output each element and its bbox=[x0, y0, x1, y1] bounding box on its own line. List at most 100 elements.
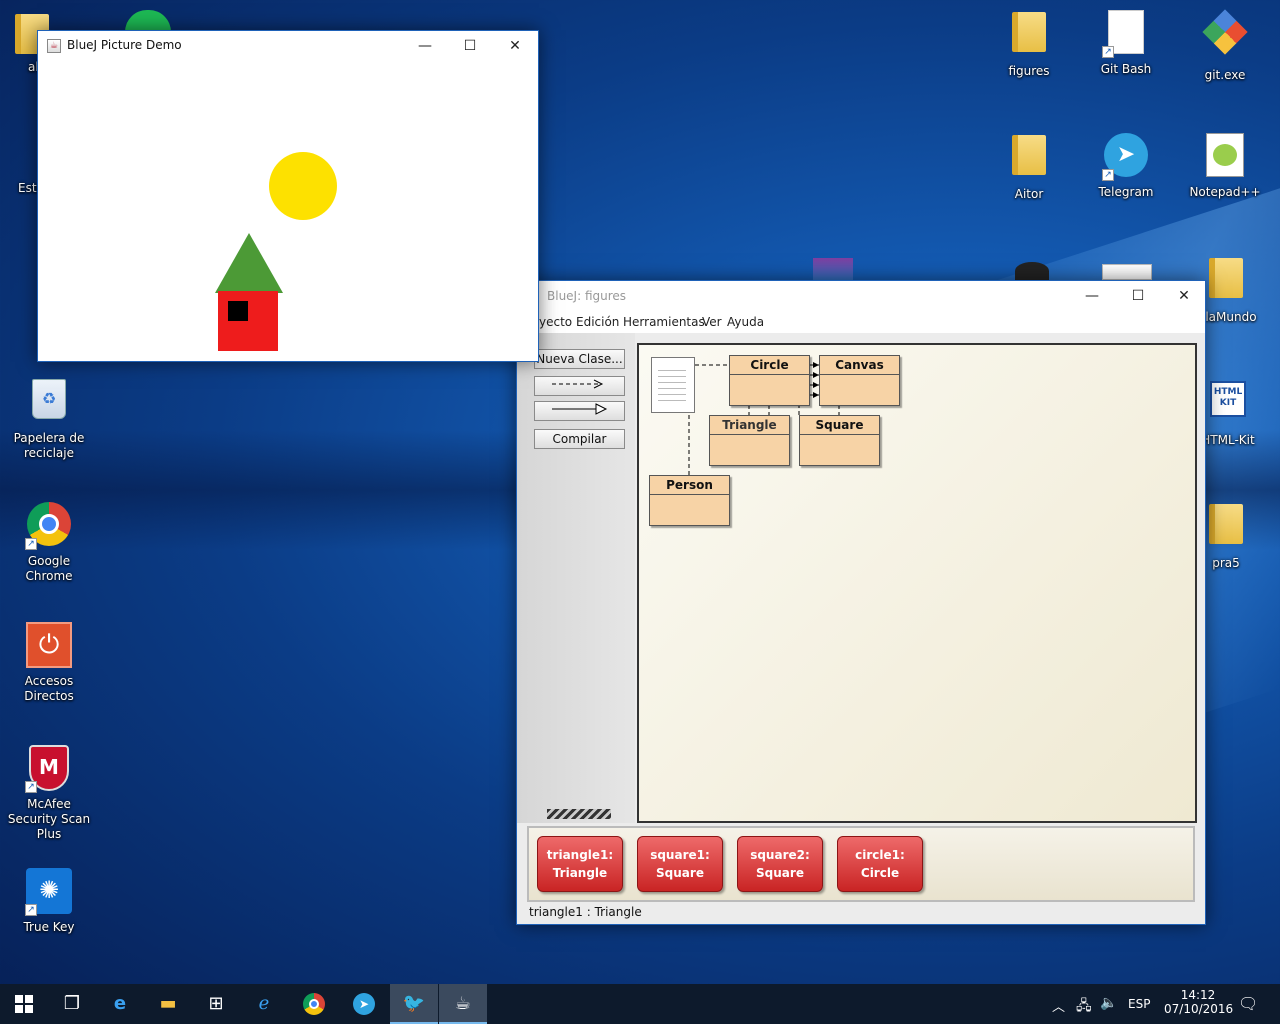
taskbar-edge[interactable]: e bbox=[96, 984, 144, 1024]
close-button[interactable]: ✕ bbox=[492, 31, 538, 61]
taskbar-java-picture-demo[interactable]: ☕ bbox=[439, 984, 487, 1024]
sun-circle bbox=[269, 152, 337, 220]
object-name: triangle1: bbox=[546, 848, 614, 862]
ie-icon: ℯ bbox=[258, 993, 270, 1014]
show-hidden-icons-button[interactable]: ︿ bbox=[1052, 996, 1065, 1015]
maximize-button[interactable]: ☐ bbox=[1115, 281, 1161, 311]
power-icon: ⏻ bbox=[25, 622, 73, 670]
desktop-icon-html-kit[interactable]: HTML KIT HTML-Kit bbox=[1200, 377, 1256, 448]
taskbar-chrome[interactable] bbox=[290, 984, 338, 1024]
close-button[interactable]: ✕ bbox=[1161, 281, 1207, 311]
object-type: Circle bbox=[860, 866, 900, 880]
class-canvas[interactable]: Canvas bbox=[819, 355, 900, 406]
bluej-bird-icon: 🐦 bbox=[402, 993, 426, 1014]
shortcut-arrow-icon: ↗ bbox=[1102, 169, 1114, 181]
class-diagram: Circle Canvas Triangle Square Person bbox=[637, 343, 1197, 823]
object-triangle1[interactable]: triangle1: Triangle bbox=[537, 836, 623, 892]
menu-proyecto[interactable]: yecto bbox=[539, 315, 572, 329]
desktop-icon-label: Aitor bbox=[1014, 187, 1044, 201]
bluej-main-window: BlueJ: figures — ☐ ✕ yecto Edición Herra… bbox=[516, 280, 1206, 925]
desktop-icon-telegram[interactable]: ➤ ↗ Telegram bbox=[1080, 131, 1172, 200]
network-icon[interactable]: 🖧 bbox=[1076, 995, 1092, 1019]
maximize-button[interactable]: ☐ bbox=[447, 31, 493, 61]
minimize-button[interactable]: — bbox=[402, 31, 448, 61]
desktop-icon-label: pra5 bbox=[1212, 556, 1240, 570]
class-name: Triangle bbox=[710, 416, 789, 435]
drawing-canvas bbox=[38, 61, 538, 361]
object-square1[interactable]: square1: Square bbox=[637, 836, 723, 892]
notepad-icon bbox=[1201, 133, 1249, 181]
window-title: BlueJ Picture Demo bbox=[67, 38, 182, 52]
desktop-icon-label: Git Bash bbox=[1100, 62, 1152, 76]
desktop-icon-true-key[interactable]: ✺ ↗ True Key bbox=[3, 868, 95, 935]
htmlkit-icon: HTML KIT bbox=[1204, 381, 1252, 429]
desktop-icon-notepad-plus-plus[interactable]: Notepad++ bbox=[1179, 131, 1271, 200]
title-bar: BlueJ: figures — ☐ ✕ bbox=[517, 281, 1205, 311]
clock[interactable]: 14:12 07/10/2016 bbox=[1164, 988, 1233, 1016]
clock-time: 14:12 bbox=[1180, 988, 1216, 1002]
java-icon: ☕ bbox=[454, 993, 472, 1014]
volume-icon[interactable]: 🔈 bbox=[1100, 995, 1117, 1011]
menu-ayuda[interactable]: Ayuda bbox=[727, 315, 764, 329]
git-icon bbox=[1201, 9, 1249, 64]
class-name: Circle bbox=[730, 356, 809, 375]
desktop-icon-aitor[interactable]: Aitor bbox=[983, 131, 1075, 202]
picture-drawing bbox=[215, 152, 337, 351]
minimize-button[interactable]: — bbox=[1069, 281, 1115, 311]
menu-bar: yecto Edición Herramientas Ver Ayuda bbox=[517, 311, 1205, 333]
roof-triangle bbox=[215, 233, 283, 293]
desktop-icon-mcafee[interactable]: M ↗ McAfee Security Scan Plus bbox=[3, 745, 95, 842]
compile-button[interactable]: Compilar bbox=[534, 429, 625, 449]
object-circle1[interactable]: circle1: Circle bbox=[837, 836, 923, 892]
taskbar-bluej[interactable]: 🐦 bbox=[390, 984, 438, 1024]
readme-note-icon[interactable] bbox=[651, 357, 695, 413]
taskbar-store[interactable]: ⊞ bbox=[192, 984, 240, 1024]
desktop-icon-label: Accesos Directos bbox=[24, 674, 74, 703]
new-class-button[interactable]: Nueva Clase... bbox=[534, 349, 625, 369]
object-name: square2: bbox=[750, 848, 810, 862]
folder-icon: ▬ bbox=[159, 993, 177, 1014]
menu-ver[interactable]: Ver bbox=[702, 315, 722, 329]
desktop-icon-git-bash[interactable]: ↗ Git Bash bbox=[1080, 8, 1172, 77]
desktop-icon-google-chrome[interactable]: ↗ Google Chrome bbox=[3, 500, 95, 584]
taskbar-file-explorer[interactable]: ▬ bbox=[144, 984, 192, 1024]
start-button[interactable] bbox=[0, 984, 48, 1024]
new-uses-arrow-button[interactable] bbox=[534, 376, 625, 396]
taskbar: ❐ e ▬ ⊞ ℯ ➤ 🐦 ☕ ︿ 🖧 🔈 ESP 14:12 07/10/20… bbox=[0, 984, 1280, 1024]
class-name: Person bbox=[650, 476, 729, 495]
object-square2[interactable]: square2: Square bbox=[737, 836, 823, 892]
shortcut-arrow-icon: ↗ bbox=[25, 904, 37, 916]
desktop-icon-pra5[interactable]: pra5 bbox=[1198, 500, 1254, 571]
desktop-icon-label: HTML-Kit bbox=[1201, 433, 1255, 447]
desktop-icon-git-exe[interactable]: git.exe bbox=[1179, 8, 1271, 83]
telegram-icon: ➤ bbox=[353, 993, 375, 1015]
taskbar-internet-explorer[interactable]: ℯ bbox=[240, 984, 288, 1024]
action-center-button[interactable]: 🗨 bbox=[1238, 994, 1258, 1013]
class-person[interactable]: Person bbox=[649, 475, 730, 526]
chrome-icon: ↗ bbox=[25, 502, 73, 550]
new-inheritance-arrow-button[interactable] bbox=[534, 401, 625, 421]
object-bench: triangle1: Triangle square1: Square squa… bbox=[527, 826, 1195, 902]
class-circle[interactable]: Circle bbox=[729, 355, 810, 406]
file-icon: ↗ bbox=[1102, 10, 1150, 58]
shortcut-arrow-icon: ↗ bbox=[25, 538, 37, 550]
desktop-icon-label: Google Chrome bbox=[25, 554, 73, 583]
document-icon[interactable] bbox=[1102, 264, 1152, 280]
menu-edicion[interactable]: Edición bbox=[576, 315, 619, 329]
dashed-arrow-icon bbox=[551, 379, 603, 389]
task-view-icon: ❐ bbox=[63, 993, 81, 1014]
bluej-desktop-icon[interactable] bbox=[1015, 262, 1049, 280]
desktop-icon-figures[interactable]: figures bbox=[983, 8, 1075, 79]
desktop-icon-recycle-bin[interactable]: ♻ Papelera de reciclaje bbox=[3, 377, 95, 461]
desktop-icon-accesos-directos[interactable]: ⏻ Accesos Directos bbox=[3, 622, 95, 704]
menu-herramientas[interactable]: Herramientas bbox=[623, 315, 705, 329]
input-language[interactable]: ESP bbox=[1128, 997, 1150, 1011]
class-square[interactable]: Square bbox=[799, 415, 880, 466]
house-window-square bbox=[228, 301, 248, 321]
winrar-icon[interactable] bbox=[813, 258, 853, 280]
taskbar-telegram[interactable]: ➤ bbox=[340, 984, 388, 1024]
task-view-button[interactable]: ❐ bbox=[48, 984, 96, 1024]
class-triangle[interactable]: Triangle bbox=[709, 415, 790, 466]
object-name: square1: bbox=[650, 848, 710, 862]
status-bar: triangle1 : Triangle bbox=[529, 905, 642, 919]
